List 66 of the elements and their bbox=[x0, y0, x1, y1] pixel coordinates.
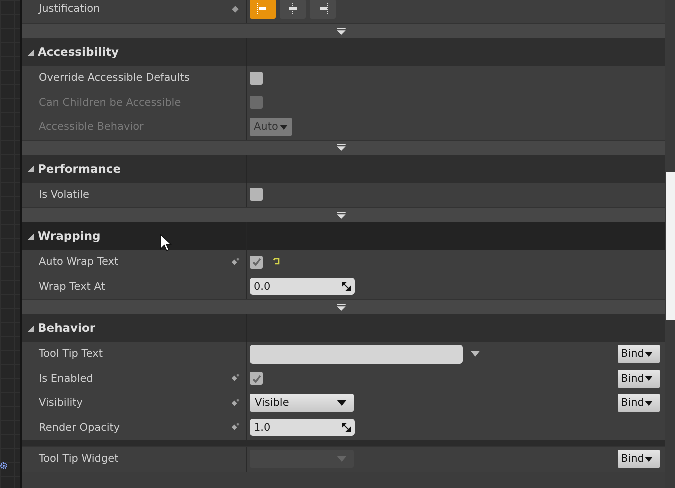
property-label: Is Volatile bbox=[39, 188, 90, 201]
section-header[interactable]: Wrapping bbox=[22, 222, 665, 250]
caret-icon[interactable] bbox=[471, 351, 480, 358]
bind-button[interactable]: Bind bbox=[618, 345, 660, 364]
property-label: Visibility bbox=[39, 397, 84, 410]
property-label: Override Accessible Defaults bbox=[39, 72, 190, 84]
property-label: Is Enabled bbox=[39, 372, 94, 385]
expand-arrow-icon bbox=[336, 304, 346, 310]
property-label: Tool Tip Widget bbox=[39, 453, 119, 466]
section-header[interactable]: Accessibility bbox=[22, 38, 665, 66]
section-title: Wrapping bbox=[38, 229, 101, 243]
section-header[interactable]: Behavior bbox=[22, 314, 665, 342]
expand-arrow-icon bbox=[336, 212, 346, 218]
caret-icon bbox=[337, 400, 347, 406]
expand-arrow-icon bbox=[336, 28, 346, 34]
align-button[interactable] bbox=[310, 0, 336, 19]
advanced-toggle-bar[interactable] bbox=[22, 140, 665, 154]
align-center-icon bbox=[286, 2, 300, 16]
mouse-cursor-icon bbox=[160, 234, 172, 252]
advanced-toggle-bar[interactable] bbox=[22, 299, 665, 314]
caret-icon bbox=[645, 376, 654, 382]
number-field[interactable]: 1.0 bbox=[250, 419, 355, 436]
section-title: Performance bbox=[38, 162, 122, 176]
binding-diamond-icon[interactable] bbox=[231, 258, 240, 267]
property-label: Justification bbox=[39, 3, 100, 15]
checkbox[interactable] bbox=[250, 72, 263, 85]
checkbox[interactable] bbox=[250, 372, 263, 386]
diamond-icon bbox=[231, 4, 240, 14]
checkbox[interactable] bbox=[250, 188, 263, 202]
binding-diamond-icon[interactable] bbox=[231, 374, 240, 384]
collapse-triangle-icon bbox=[27, 324, 34, 332]
drag-arrows-icon bbox=[342, 423, 351, 432]
section-title: Accessibility bbox=[38, 45, 120, 59]
bind-button[interactable]: Bind bbox=[618, 370, 660, 388]
caret-icon bbox=[645, 456, 654, 462]
collapse-triangle-icon bbox=[27, 48, 34, 56]
advanced-toggle-bar[interactable] bbox=[22, 23, 665, 38]
section-header[interactable]: Performance bbox=[22, 154, 665, 182]
caret-icon bbox=[645, 400, 654, 406]
caret-icon bbox=[645, 352, 654, 357]
drag-arrows-icon bbox=[342, 282, 351, 292]
binding-diamond-icon[interactable] bbox=[231, 398, 240, 408]
bind-button[interactable]: Bind bbox=[618, 450, 660, 468]
collapse-triangle-icon bbox=[27, 165, 34, 172]
scrollbar-thumb[interactable] bbox=[666, 172, 675, 320]
property-label: Accessible Behavior bbox=[39, 121, 144, 134]
advanced-toggle-bar[interactable] bbox=[22, 207, 665, 222]
checkbox[interactable] bbox=[250, 256, 263, 269]
collapse-triangle-icon bbox=[27, 232, 34, 240]
gear-icon[interactable] bbox=[0, 460, 8, 472]
caret-icon bbox=[337, 456, 347, 462]
dropdown-field[interactable]: Visible bbox=[250, 394, 354, 412]
reset-arrow-icon[interactable] bbox=[273, 258, 281, 266]
property-label: Tool Tip Text bbox=[39, 348, 103, 360]
number-field[interactable]: 0.0 bbox=[250, 278, 355, 296]
bind-button[interactable]: Bind bbox=[618, 394, 660, 412]
binding-diamond-icon[interactable] bbox=[231, 423, 240, 432]
property-label: Render Opacity bbox=[39, 422, 120, 434]
align-button[interactable] bbox=[280, 0, 306, 19]
property-label: Can Children be Accessible bbox=[39, 96, 182, 109]
expand-arrow-icon bbox=[336, 144, 346, 151]
caret-icon bbox=[280, 124, 288, 130]
text-field[interactable] bbox=[250, 344, 463, 364]
property-label: Auto Wrap Text bbox=[39, 256, 119, 268]
section-title: Behavior bbox=[38, 321, 96, 335]
property-label: Wrap Text At bbox=[39, 280, 106, 293]
